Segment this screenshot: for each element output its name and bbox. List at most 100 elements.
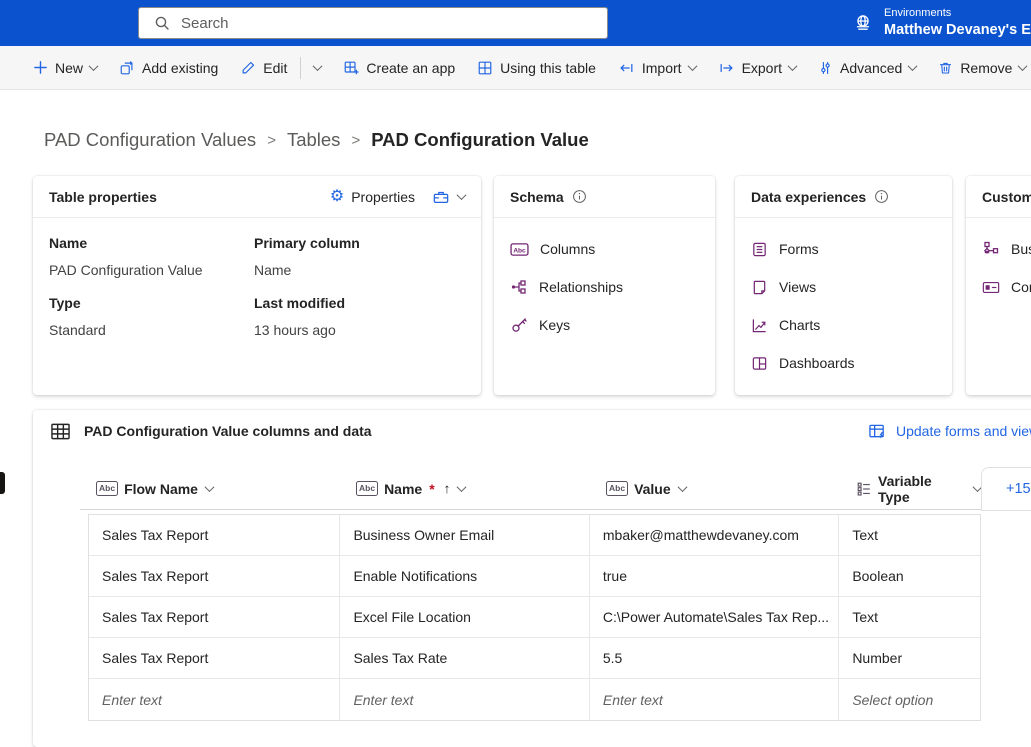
new-button[interactable]: New <box>22 52 108 84</box>
breadcrumb-item-pad-configuration-values[interactable]: PAD Configuration Values <box>44 129 256 151</box>
data-experiences-item-dashboards[interactable]: Dashboards <box>751 344 936 382</box>
customizations-title: Custom <box>982 188 1031 205</box>
cell-value[interactable]: mbaker@matthewdevaney.com <box>590 515 840 555</box>
update-table-icon <box>868 423 887 440</box>
more-columns-button[interactable]: +15 <box>981 467 1031 511</box>
grid-plus-icon <box>343 60 359 76</box>
customizations-item-business-rules[interactable]: Bus <box>982 230 1031 268</box>
new-cell-value[interactable]: Enter text <box>590 679 840 720</box>
edit-dropdown-chevron[interactable] <box>312 61 323 72</box>
import-button[interactable]: Import <box>607 52 707 84</box>
table-row[interactable]: Sales Tax Report Business Owner Email mb… <box>89 515 980 556</box>
update-forms-views-link[interactable]: Update forms and view <box>868 410 1031 452</box>
using-this-table-button[interactable]: Using this table <box>466 52 607 84</box>
new-record-row[interactable]: Enter text Enter text Enter text Select … <box>89 679 980 720</box>
svg-text:Abc: Abc <box>513 247 526 254</box>
add-existing-button[interactable]: Add existing <box>108 52 229 84</box>
table-row[interactable]: Sales Tax Report Sales Tax Rate 5.5 Numb… <box>89 638 980 679</box>
table-properties-title: Table properties <box>49 188 157 205</box>
environment-name: Matthew Devaney's E <box>884 21 1031 38</box>
environment-picker[interactable]: Environments Matthew Devaney's E <box>852 0 1031 46</box>
card-icon <box>982 280 1000 295</box>
new-cell-variable-type[interactable]: Select option <box>839 679 980 720</box>
cell-variable-type[interactable]: Number <box>839 638 980 678</box>
global-search[interactable] <box>138 7 608 39</box>
cell-value[interactable]: C:\Power Automate\Sales Tax Rep... <box>590 597 840 637</box>
cell-variable-type[interactable]: Text <box>839 597 980 637</box>
new-cell-name[interactable]: Enter text <box>340 679 590 720</box>
data-experiences-item-charts[interactable]: Charts <box>751 306 936 344</box>
sliders-icon <box>818 60 833 76</box>
tools-menu-button[interactable] <box>432 189 467 205</box>
info-icon[interactable] <box>572 189 587 204</box>
column-header-value[interactable]: Abc Value <box>590 468 840 509</box>
cell-variable-type[interactable]: Text <box>839 515 980 555</box>
field-last-modified: Last modified 13 hours ago <box>254 295 346 338</box>
relationships-icon <box>510 278 528 296</box>
schema-item-keys[interactable]: Keys <box>510 306 699 344</box>
pencil-icon <box>240 60 256 76</box>
create-an-app-button[interactable]: Create an app <box>332 52 466 84</box>
edit-split-divider <box>300 56 302 79</box>
export-button[interactable]: Export <box>707 52 807 84</box>
data-experiences-card: Data experiences Forms Views Charts Dash… <box>735 176 952 395</box>
data-experiences-item-forms[interactable]: Forms <box>751 230 936 268</box>
chevron-down-icon[interactable] <box>456 482 467 493</box>
cell-flow-name[interactable]: Sales Tax Report <box>89 515 341 555</box>
schema-item-relationships[interactable]: Relationships <box>510 268 699 306</box>
plus-icon <box>33 60 48 75</box>
cell-flow-name[interactable]: Sales Tax Report <box>89 556 341 596</box>
required-marker: * <box>429 480 435 497</box>
cell-name[interactable]: Sales Tax Rate <box>340 638 590 678</box>
add-existing-icon <box>119 60 135 76</box>
column-header-variable-type[interactable]: Variable Type <box>840 468 983 509</box>
info-icon[interactable] <box>874 189 889 204</box>
new-cell-flow-name[interactable]: Enter text <box>89 679 341 720</box>
customizations-card: Custom Bus Con <box>966 176 1031 395</box>
data-experiences-item-views[interactable]: Views <box>751 268 936 306</box>
cell-name[interactable]: Excel File Location <box>340 597 590 637</box>
export-arrow-icon <box>718 60 735 76</box>
text-type-icon: Abc <box>606 481 629 496</box>
remove-button[interactable]: Remove <box>927 52 1031 84</box>
advanced-button[interactable]: Advanced <box>807 52 927 84</box>
table-row[interactable]: Sales Tax Report Enable Notifications tr… <box>89 556 980 597</box>
breadcrumb-item-tables[interactable]: Tables <box>287 129 340 151</box>
columns-and-data-section: PAD Configuration Value columns and data… <box>33 410 1031 747</box>
table-grid-icon <box>50 422 71 441</box>
window-edge-marker <box>0 472 5 494</box>
cell-variable-type[interactable]: Boolean <box>839 556 980 596</box>
chevron-down-icon[interactable] <box>677 482 688 493</box>
environments-label: Environments <box>884 7 952 20</box>
column-header-flow-name[interactable]: Abc Flow Name <box>80 468 340 509</box>
import-arrow-icon <box>618 60 635 76</box>
chevron-down-icon[interactable] <box>204 482 215 493</box>
cell-flow-name[interactable]: Sales Tax Report <box>89 638 341 678</box>
customizations-item-con[interactable]: Con <box>982 268 1031 306</box>
schema-item-columns[interactable]: Abc Columns <box>510 230 699 268</box>
toolbox-icon <box>432 189 450 205</box>
cell-name[interactable]: Enable Notifications <box>340 556 590 596</box>
schema-title: Schema <box>510 188 564 205</box>
search-input[interactable] <box>181 14 597 32</box>
charts-icon <box>751 317 768 334</box>
properties-button[interactable]: ⚙ Properties <box>330 188 415 205</box>
columns-abc-icon: Abc <box>510 242 529 257</box>
grid-header-row: Abc Flow Name Abc Name * ↑ Abc Value Vari… <box>80 468 983 510</box>
forms-icon <box>751 241 768 258</box>
column-header-name[interactable]: Abc Name * ↑ <box>340 468 590 509</box>
table-row[interactable]: Sales Tax Report Excel File Location C:\… <box>89 597 980 638</box>
cell-name[interactable]: Business Owner Email <box>340 515 590 555</box>
table-properties-card: Table properties ⚙ Properties Name PAD C… <box>33 176 481 395</box>
breadcrumb-separator: > <box>351 131 361 149</box>
cell-value[interactable]: true <box>590 556 840 596</box>
field-type: Type Standard <box>49 295 106 338</box>
edit-button[interactable]: Edit <box>229 52 332 84</box>
cell-flow-name[interactable]: Sales Tax Report <box>89 597 341 637</box>
schema-card: Schema Abc Columns Relationships Keys <box>494 176 715 395</box>
environment-globe-icon <box>852 12 874 34</box>
cell-value[interactable]: 5.5 <box>590 638 840 678</box>
sort-ascending-icon: ↑ <box>443 481 451 496</box>
text-type-icon: Abc <box>356 481 379 496</box>
search-icon <box>154 15 170 31</box>
